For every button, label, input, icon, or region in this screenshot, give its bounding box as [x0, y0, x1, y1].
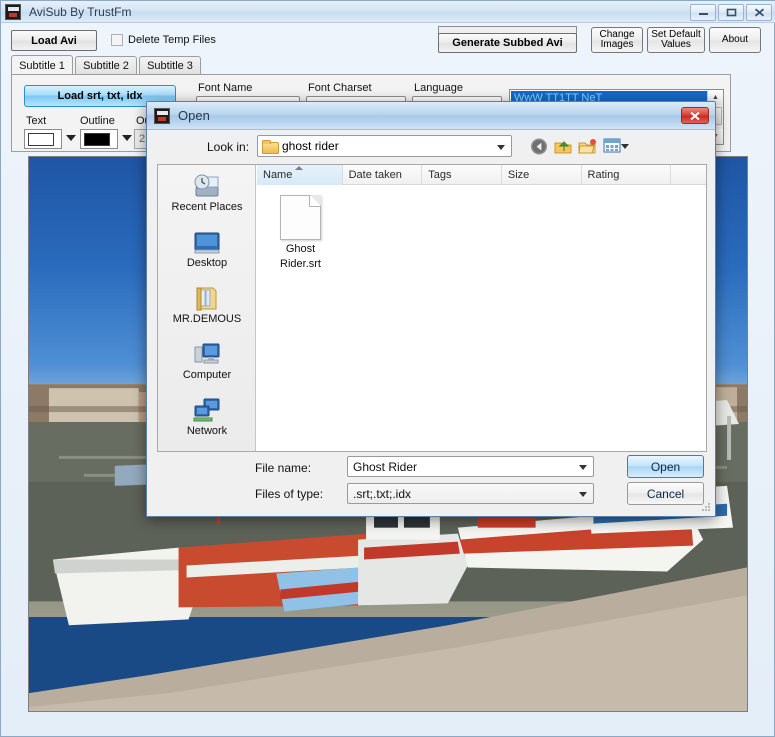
text-color-swatch	[28, 133, 54, 146]
computer-icon	[192, 341, 222, 369]
set-default-label-line1: Set Default	[651, 28, 701, 40]
application-window: AviSub By TrustFm Load Avi Delete Temp F…	[0, 0, 775, 737]
outline-color-combo[interactable]	[80, 129, 118, 149]
new-folder-icon[interactable]	[577, 137, 597, 156]
set-default-label-line2: Values	[661, 39, 691, 50]
change-images-button[interactable]: Change Images	[591, 27, 643, 53]
user-folder-icon	[192, 285, 222, 313]
load-avi-button[interactable]: Load Avi	[11, 30, 97, 51]
dialog-close-icon[interactable]	[681, 107, 709, 124]
files-of-type-value: .srt;.txt;.idx	[353, 486, 412, 501]
files-of-type-label: Files of type:	[255, 487, 324, 501]
file-list-header: Name Date taken Tags Size Rating	[257, 165, 706, 185]
place-mr-demous[interactable]: MR.DEMOUS	[158, 281, 256, 337]
look-in-combo[interactable]: ghost rider	[257, 135, 512, 157]
font-charset-label: Font Charset	[308, 82, 372, 94]
subtitle-tabstrip: Subtitle 1 Subtitle 2 Subtitle 3	[11, 55, 237, 75]
checkbox-box[interactable]	[111, 34, 123, 46]
delete-temp-files-label: Delete Temp Files	[128, 34, 216, 46]
place-label: Computer	[182, 369, 232, 381]
place-label: Network	[186, 425, 228, 437]
files-of-type-chevron-down-icon[interactable]	[579, 492, 587, 497]
text-color-chevron-down-icon[interactable]	[66, 135, 76, 141]
dialog-title: Open	[178, 108, 210, 123]
open-button[interactable]: Open	[627, 455, 704, 478]
file-name-input[interactable]: Ghost Rider	[347, 456, 594, 477]
column-label: Name	[263, 169, 293, 181]
network-icon	[192, 397, 222, 425]
column-header-rating[interactable]: Rating	[582, 165, 672, 185]
tab-subtitle-1[interactable]: Subtitle 1	[11, 55, 73, 75]
column-label: Date taken	[348, 169, 402, 181]
change-images-label-line2: Images	[600, 39, 634, 50]
srt-file-icon	[280, 195, 321, 240]
up-folder-icon[interactable]	[553, 137, 573, 156]
window-controls	[690, 4, 772, 21]
cancel-button[interactable]: Cancel	[627, 482, 704, 505]
file-name-chevron-down-icon[interactable]	[579, 465, 587, 470]
tab-subtitle-2[interactable]: Subtitle 2	[75, 56, 137, 75]
recent-places-icon	[192, 173, 222, 201]
column-label: Rating	[587, 169, 620, 181]
look-in-label: Look in:	[207, 140, 250, 154]
text-color-combo[interactable]	[24, 129, 62, 149]
sort-ascending-icon	[295, 166, 304, 170]
views-icon[interactable]	[603, 137, 623, 156]
change-images-label-line1: Change	[599, 28, 635, 40]
column-header-tags[interactable]: Tags	[422, 165, 502, 185]
close-icon[interactable]	[746, 4, 772, 21]
set-default-values-button[interactable]: Set Default Values	[647, 27, 705, 53]
column-label: Size	[507, 169, 530, 181]
app-titlebar: AviSub By TrustFm	[1, 1, 775, 23]
column-header-name[interactable]: Name	[257, 165, 343, 185]
file-name-line1: Ghost	[285, 242, 316, 255]
place-label: Recent Places	[171, 201, 243, 213]
tab-subtitle-3[interactable]: Subtitle 3	[139, 56, 201, 75]
column-label: Tags	[428, 169, 452, 181]
look-in-value: ghost rider	[282, 139, 339, 153]
column-header-date-taken[interactable]: Date taken	[343, 165, 423, 185]
outline-color-chevron-down-icon[interactable]	[122, 135, 132, 141]
open-file-dialog: Open Look in: ghost rider Recent Places …	[146, 101, 716, 517]
file-name-value: Ghost Rider	[353, 459, 418, 474]
language-label: Language	[414, 82, 463, 94]
back-icon[interactable]	[529, 137, 549, 156]
place-recent-places[interactable]: Recent Places	[158, 169, 256, 225]
delete-temp-files-checkbox[interactable]: Delete Temp Files	[111, 34, 216, 46]
app-icon	[5, 3, 21, 20]
dialog-titlebar: Open	[147, 102, 715, 130]
place-desktop[interactable]: Desktop	[158, 225, 256, 281]
generate-subbed-avi-button[interactable]: Generate Subbed Avi	[438, 33, 577, 53]
place-label: Desktop	[186, 257, 228, 269]
maximize-icon[interactable]	[718, 4, 744, 21]
files-of-type-combo[interactable]: .srt;.txt;.idx	[347, 483, 594, 504]
outline-color-label: Outline	[80, 115, 115, 127]
resize-grip[interactable]	[701, 502, 711, 512]
dialog-file-browser: Recent Places Desktop MR.DEMOUS Computer…	[157, 164, 707, 452]
text-color-label: Text	[26, 115, 47, 127]
place-label: MR.DEMOUS	[172, 313, 242, 325]
list-item[interactable]: Ghost Rider.srt	[263, 191, 338, 271]
place-computer[interactable]: Computer	[158, 337, 256, 393]
outline-color-swatch	[84, 133, 110, 146]
folder-icon	[262, 140, 279, 154]
about-button[interactable]: About	[709, 27, 761, 53]
dialog-icon	[154, 107, 170, 124]
column-header-spacer	[671, 165, 706, 185]
places-sidebar: Recent Places Desktop MR.DEMOUS Computer…	[158, 165, 256, 451]
file-list[interactable]: Name Date taken Tags Size Rating Ghost R…	[257, 165, 706, 451]
place-network[interactable]: Network	[158, 393, 256, 449]
file-name-line2: Rider.srt	[280, 258, 321, 271]
desktop-icon	[192, 229, 222, 257]
font-name-label: Font Name	[198, 82, 253, 94]
views-chevron-down-icon[interactable]	[621, 144, 629, 149]
column-header-size[interactable]: Size	[502, 165, 582, 185]
look-in-chevron-down-icon[interactable]	[497, 145, 505, 150]
minimize-icon[interactable]	[690, 4, 716, 21]
app-title: AviSub By TrustFm	[29, 4, 132, 19]
file-name-label: File name:	[255, 461, 312, 475]
